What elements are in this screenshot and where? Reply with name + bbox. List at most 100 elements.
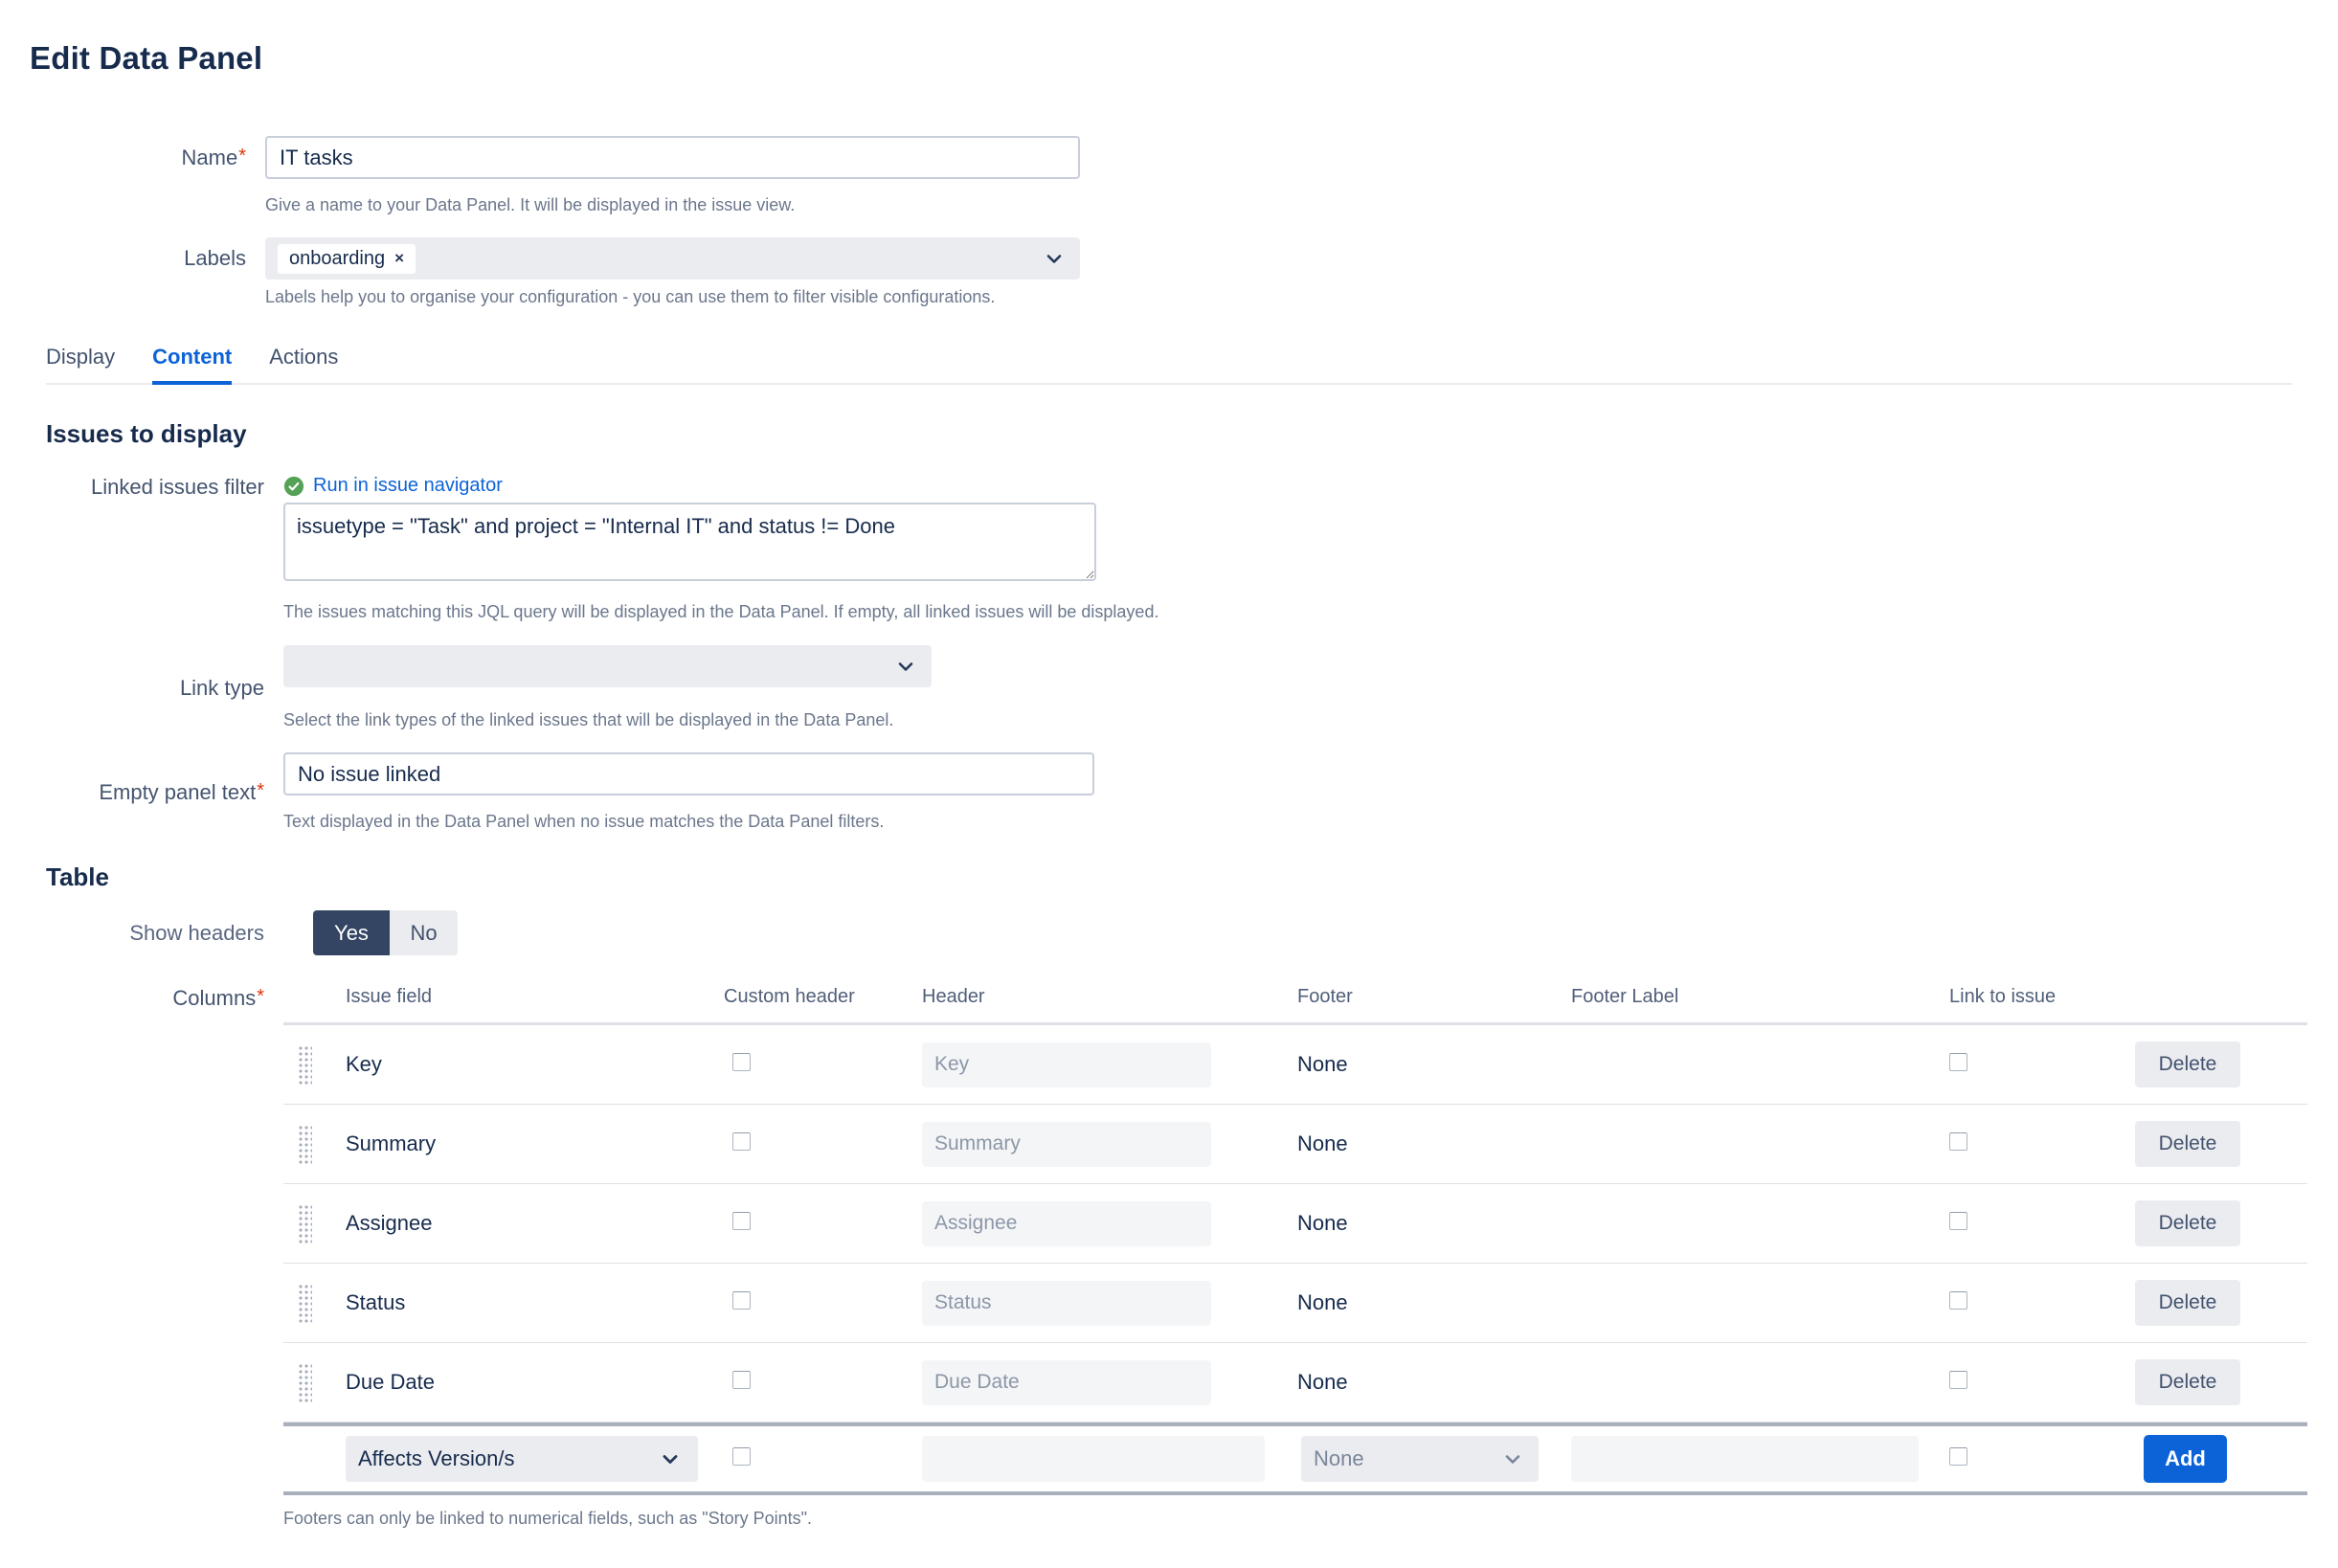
columns-table: Issue field Custom header Header Footer … <box>283 986 2307 1529</box>
check-circle-icon <box>283 476 304 497</box>
labels-form-row: Labels onboarding × <box>0 237 2338 280</box>
link-type-row: Link type Select the link types of the l… <box>0 645 2338 730</box>
page-title: Edit Data Panel <box>30 40 2338 77</box>
custom-header-checkbox[interactable] <box>732 1212 751 1230</box>
row-field-name: Due Date <box>346 1370 732 1395</box>
footer-label-input[interactable] <box>1571 1436 1919 1482</box>
run-in-issue-navigator-link[interactable]: Run in issue navigator <box>313 475 503 497</box>
custom-header-checkbox[interactable] <box>732 1447 751 1466</box>
footers-footnote: Footers can only be linked to numerical … <box>283 1509 2307 1529</box>
delete-button[interactable]: Delete <box>2135 1121 2240 1167</box>
table-row: Summary None Delete <box>283 1105 2307 1184</box>
col-header-issue-field: Issue field <box>346 986 732 1008</box>
header-input[interactable] <box>922 1122 1211 1167</box>
delete-button[interactable]: Delete <box>2135 1200 2240 1246</box>
link-type-help-text: Select the link types of the linked issu… <box>283 710 932 730</box>
name-form-row: Name* <box>0 136 2338 179</box>
row-field-name: Status <box>346 1290 732 1315</box>
show-headers-no-button[interactable]: No <box>390 910 458 955</box>
labels-label: Labels <box>0 246 246 271</box>
columns-section: Columns* Issue field Custom header Heade… <box>0 986 2338 1529</box>
custom-header-checkbox[interactable] <box>732 1291 751 1310</box>
chevron-down-icon <box>1501 1447 1524 1470</box>
drag-handle-icon[interactable] <box>297 1124 312 1164</box>
empty-panel-help-text: Text displayed in the Data Panel when no… <box>283 812 1094 832</box>
name-help-text: Give a name to your Data Panel. It will … <box>265 195 2338 215</box>
footer-value: None <box>1297 1370 1571 1395</box>
header-input[interactable] <box>922 1042 1211 1087</box>
label-tag-text: onboarding <box>289 248 385 270</box>
row-field-name: Summary <box>346 1131 732 1156</box>
linked-filter-label: Linked issues filter <box>0 475 264 500</box>
table-heading: Table <box>46 862 2338 892</box>
footer-value: None <box>1297 1052 1571 1077</box>
row-field-name: Key <box>346 1052 732 1077</box>
row-field-name: Assignee <box>346 1211 732 1236</box>
empty-panel-text-row: Empty panel text* Text displayed in the … <box>0 752 2338 832</box>
header-input[interactable] <box>922 1201 1211 1246</box>
footer-select[interactable]: None <box>1301 1436 1539 1482</box>
link-to-issue-checkbox[interactable] <box>1949 1132 1967 1151</box>
columns-table-header: Issue field Custom header Header Footer … <box>283 986 2307 1025</box>
link-to-issue-checkbox[interactable] <box>1949 1212 1967 1230</box>
header-input[interactable] <box>922 1281 1211 1326</box>
labels-help-text: Labels help you to organise your configu… <box>265 287 2338 307</box>
link-to-issue-checkbox[interactable] <box>1949 1447 1967 1466</box>
issues-to-display-heading: Issues to display <box>46 419 2338 449</box>
remove-tag-icon[interactable]: × <box>394 249 404 268</box>
link-to-issue-checkbox[interactable] <box>1949 1371 1967 1389</box>
drag-handle-icon[interactable] <box>297 1044 312 1085</box>
delete-button[interactable]: Delete <box>2135 1359 2240 1405</box>
col-header-footer: Footer <box>1297 986 1571 1008</box>
chevron-down-icon <box>659 1447 682 1470</box>
required-asterisk: * <box>257 986 264 1007</box>
name-input[interactable] <box>265 136 1080 179</box>
delete-button[interactable]: Delete <box>2135 1042 2240 1087</box>
show-headers-toggle: Yes No <box>313 910 458 955</box>
issue-field-select[interactable]: Affects Version/s <box>346 1436 698 1482</box>
table-row: Assignee None Delete <box>283 1184 2307 1264</box>
tab-display[interactable]: Display <box>46 345 115 385</box>
drag-handle-icon[interactable] <box>297 1362 312 1402</box>
table-row: Due Date None Delete <box>283 1343 2307 1422</box>
linked-filter-row: Linked issues filter Run in issue naviga… <box>0 475 2338 622</box>
custom-header-checkbox[interactable] <box>732 1371 751 1389</box>
show-headers-row: Show headers Yes No <box>0 910 2338 955</box>
label-tag: onboarding × <box>278 244 416 274</box>
labels-select[interactable]: onboarding × <box>265 237 1080 280</box>
tab-actions[interactable]: Actions <box>269 345 338 385</box>
required-asterisk: * <box>257 780 264 801</box>
footer-value: None <box>1297 1131 1571 1156</box>
footer-value: None <box>1297 1211 1571 1236</box>
add-column-row: Affects Version/s None Add <box>283 1422 2307 1495</box>
link-to-issue-checkbox[interactable] <box>1949 1053 1967 1071</box>
header-input[interactable] <box>922 1436 1265 1482</box>
drag-handle-icon[interactable] <box>297 1203 312 1243</box>
col-header-footer-label: Footer Label <box>1571 986 1949 1008</box>
jql-filter-textarea[interactable]: issuetype = "Task" and project = "Intern… <box>283 503 1096 581</box>
tab-bar: Display Content Actions <box>46 345 2292 385</box>
custom-header-checkbox[interactable] <box>732 1132 751 1151</box>
chevron-down-icon <box>1043 247 1066 270</box>
empty-panel-text-input[interactable] <box>283 752 1094 795</box>
header-input[interactable] <box>922 1360 1211 1405</box>
jql-help-text: The issues matching this JQL query will … <box>283 602 1158 622</box>
footer-value: None <box>1297 1290 1571 1315</box>
table-row: Key None Delete <box>283 1025 2307 1105</box>
run-in-navigator-row: Run in issue navigator <box>283 475 1158 497</box>
table-row: Status None Delete <box>283 1264 2307 1343</box>
tab-content[interactable]: Content <box>152 345 232 385</box>
delete-button[interactable]: Delete <box>2135 1280 2240 1326</box>
col-header-custom-header: Custom header <box>724 986 922 1008</box>
add-button[interactable]: Add <box>2144 1435 2227 1483</box>
col-header-link-to-issue: Link to issue <box>1949 986 2135 1008</box>
col-header-header: Header <box>922 986 1297 1008</box>
link-to-issue-checkbox[interactable] <box>1949 1291 1967 1310</box>
custom-header-checkbox[interactable] <box>732 1053 751 1071</box>
issue-field-selected-value: Affects Version/s <box>358 1446 514 1471</box>
footer-selected-value: None <box>1314 1446 1364 1471</box>
show-headers-yes-button[interactable]: Yes <box>313 910 390 955</box>
drag-handle-icon[interactable] <box>297 1283 312 1323</box>
link-type-select[interactable] <box>283 645 932 687</box>
required-asterisk: * <box>238 146 246 167</box>
